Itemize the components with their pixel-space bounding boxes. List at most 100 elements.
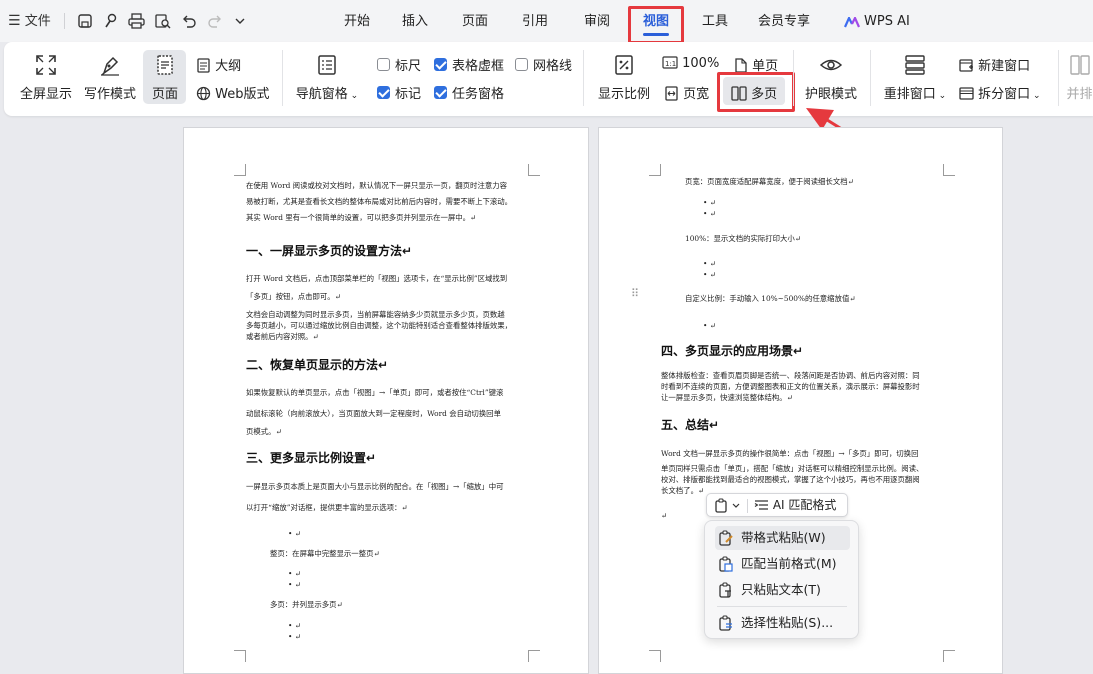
menu-item-text-only[interactable]: 只粘贴文本(T) bbox=[715, 578, 850, 602]
zoom-100-button[interactable]: 1:1 100% bbox=[662, 55, 719, 71]
page-layout-icon bbox=[157, 55, 173, 75]
split-window-icon bbox=[959, 87, 974, 100]
new-window-button[interactable]: 新建窗口 bbox=[959, 55, 1030, 74]
ai-format-icon bbox=[754, 500, 768, 510]
nav-pane-button[interactable]: 导航窗格 ⌄ bbox=[294, 53, 360, 102]
table-gridlines-checkbox[interactable] bbox=[434, 58, 447, 71]
paragraph-line: 其实 Word 里有一个很简单的设置，可以把多页并列显示在一屏中。↵ bbox=[246, 213, 477, 222]
page-view-button[interactable]: 页面 bbox=[145, 53, 185, 102]
mark-checkbox[interactable] bbox=[377, 86, 390, 99]
paragraph-line: 100%：显示文档的实际打印大小↵ bbox=[685, 234, 802, 243]
menu-item-label: 选择性粘贴(S)... bbox=[741, 615, 834, 630]
ai-match-format-label: AI 匹配格式 bbox=[772, 498, 837, 512]
undo-icon[interactable] bbox=[181, 13, 197, 29]
ai-match-format-button[interactable]: AI 匹配格式 bbox=[754, 494, 836, 516]
crop-mark bbox=[234, 650, 246, 662]
gridlines-label: 网格线 bbox=[533, 59, 573, 74]
paragraph-line: 动鼠标滚轮（向前滚放大），当页面放大到一定程度时，Word 会自动切换回单 bbox=[246, 409, 501, 418]
paragraph-line: 易被打断，尤其是查看长文档的整体布局或对比前后内容时，需要不断上下滚动。 bbox=[246, 197, 513, 206]
write-mode-button[interactable]: 写作模式 bbox=[82, 53, 138, 102]
ruler-label: 标尺 bbox=[395, 59, 422, 74]
drag-handle-icon[interactable]: ⠿ bbox=[631, 288, 640, 299]
menu-item-label: 只粘贴文本(T) bbox=[741, 582, 821, 597]
page-width-icon bbox=[665, 86, 678, 101]
paste-options-button[interactable] bbox=[711, 497, 743, 514]
task-pane-checkbox[interactable] bbox=[434, 86, 447, 99]
tab-member[interactable]: 会员专享 bbox=[750, 8, 818, 36]
nav-pane-icon bbox=[318, 55, 336, 75]
file-menu[interactable]: ☰ 文件 bbox=[8, 10, 51, 32]
list-item: • ↵ bbox=[703, 270, 716, 279]
fullscreen-icon bbox=[36, 55, 56, 75]
list-item: • ↵ bbox=[703, 321, 716, 330]
divider bbox=[282, 50, 283, 106]
side-by-side-button[interactable]: 并排 bbox=[1066, 53, 1093, 102]
fullscreen-button[interactable]: 全屏显示 bbox=[18, 53, 74, 102]
document-page-left[interactable]: 在使用 Word 阅读或校对文档时，默认情况下一屏只显示一页，翻页时注意力容 易… bbox=[183, 127, 589, 674]
eye-mode-button[interactable]: 护眼模式 bbox=[802, 53, 860, 102]
tab-start[interactable]: 开始 bbox=[334, 8, 380, 36]
redo-icon[interactable] bbox=[207, 13, 223, 29]
list-item: • ↵ bbox=[288, 529, 301, 538]
zoom-ratio-button[interactable]: 显示比例 bbox=[596, 53, 652, 102]
paragraph-line: 多每页越小，可以通过缩放比例自由调整，这个功能特别适合查看整体排版效果， bbox=[246, 321, 513, 330]
list-item: • ↵ bbox=[703, 259, 716, 268]
chevron-down-icon[interactable] bbox=[234, 16, 246, 26]
paragraph-line: 整页：在屏幕中完整显示一整页↵ bbox=[270, 549, 380, 558]
divider bbox=[583, 50, 584, 106]
menu-item-keep-format[interactable]: 带格式粘贴(W) bbox=[715, 526, 850, 550]
heading-4: 四、多页显示的应用场景↵ bbox=[661, 344, 804, 358]
divider bbox=[747, 499, 748, 513]
split-window-label: 拆分窗口 bbox=[978, 87, 1031, 102]
paragraph-line: 在使用 Word 阅读或校对文档时，默认情况下一屏只显示一页，翻页时注意力容 bbox=[246, 181, 508, 190]
arrange-window-button[interactable]: 重排窗口 ⌄ bbox=[882, 53, 948, 102]
single-page-icon bbox=[735, 58, 747, 73]
print-icon[interactable] bbox=[128, 13, 145, 29]
save-icon[interactable] bbox=[77, 13, 93, 29]
paste-special-icon bbox=[719, 615, 732, 631]
heading-1: 一、一屏显示多页的设置方法↵ bbox=[246, 244, 413, 258]
split-window-button[interactable]: 拆分窗口 ⌄ bbox=[959, 83, 1041, 102]
page-width-button[interactable]: 页宽 bbox=[664, 83, 709, 102]
gridlines-checkbox[interactable] bbox=[515, 58, 528, 71]
side-by-side-icon bbox=[1069, 55, 1090, 75]
paste-context-menu: 带格式粘贴(W) 匹配当前格式(M) 只粘贴文本(T) 选择性粘贴(S)... bbox=[704, 520, 859, 639]
crop-mark bbox=[649, 650, 661, 662]
task-pane-label: 任务窗格 bbox=[452, 87, 505, 102]
tab-wps-ai[interactable]: WPS AI bbox=[842, 8, 916, 36]
paragraph-line: 以打开“缩放”对话框，提供更丰富的显示选项：↵ bbox=[246, 503, 408, 512]
paragraph-line: 长文档了。↵ bbox=[661, 486, 705, 495]
ruler-checkbox[interactable] bbox=[377, 58, 390, 71]
web-layout-button[interactable]: Web版式 bbox=[196, 83, 269, 102]
paragraph-line: 页宽：页面宽度适配屏幕宽度，便于阅读细长文档↵ bbox=[685, 177, 854, 186]
list-item: • ↵ bbox=[288, 621, 301, 630]
menu-item-match-format[interactable]: 匹配当前格式(M) bbox=[715, 552, 850, 576]
tab-review[interactable]: 审阅 bbox=[574, 8, 620, 36]
heading-5: 五、总结↵ bbox=[661, 418, 720, 432]
print-preview-icon[interactable] bbox=[154, 13, 171, 29]
highlight-box-multi-page bbox=[717, 72, 795, 112]
paragraph-line: 让一屏显示多页，快速浏览整体结构。↵ bbox=[661, 393, 793, 402]
page-view-label: 页面 bbox=[151, 87, 178, 102]
highlight-box-view-tab bbox=[628, 6, 684, 44]
format-painter-icon[interactable] bbox=[102, 13, 118, 29]
paragraph-line: 文档会自动调整为同时显示多页，当前屏幕能容纳多少页就显示多少页，页数越 bbox=[246, 310, 505, 319]
crop-mark bbox=[528, 164, 540, 176]
outline-icon bbox=[197, 58, 210, 73]
divider bbox=[64, 13, 65, 29]
paragraph-line: 「多页」按钮，点击即可。↵ bbox=[246, 292, 341, 301]
new-window-icon bbox=[959, 59, 973, 72]
tab-insert[interactable]: 插入 bbox=[392, 8, 438, 36]
divider bbox=[1058, 50, 1059, 106]
outline-button[interactable]: 大纲 bbox=[196, 55, 241, 74]
menu-item-label: 匹配当前格式(M) bbox=[741, 556, 837, 571]
tab-page[interactable]: 页面 bbox=[452, 8, 498, 36]
page-width-label: 页宽 bbox=[683, 87, 710, 102]
paragraph-line: 整体排版检查：查看页眉页脚是否统一、段落间距是否协调、前后内容对照：同 bbox=[661, 371, 920, 380]
heading-2: 二、恢复单页显示的方法↵ bbox=[246, 358, 389, 372]
menu-item-selective-paste[interactable]: 选择性粘贴(S)... bbox=[715, 611, 850, 635]
tab-reference[interactable]: 引用 bbox=[512, 8, 558, 36]
tab-tools[interactable]: 工具 bbox=[692, 8, 738, 36]
list-item: • ↵ bbox=[703, 198, 716, 207]
crop-mark bbox=[943, 650, 955, 662]
